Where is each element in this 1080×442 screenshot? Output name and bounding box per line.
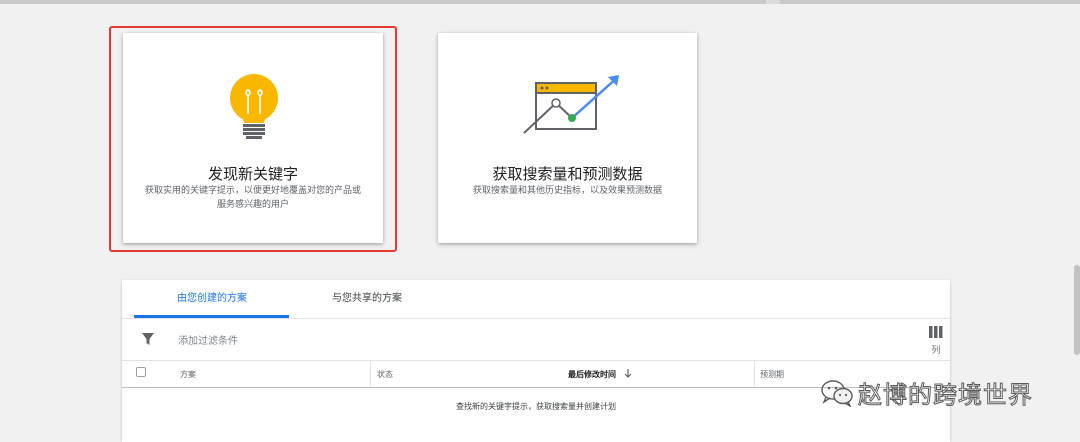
tabs-divider — [122, 318, 950, 319]
column-header-plan[interactable]: 方案 — [180, 369, 196, 380]
column-header-forecast-period[interactable]: 预测期 — [760, 369, 784, 380]
card-title: 获取搜索量和预测数据 — [492, 165, 643, 183]
sort-descending-icon[interactable] — [624, 369, 632, 378]
columns-button-label[interactable]: 列 — [921, 343, 951, 356]
watermark: 赵博的跨境世界 — [820, 375, 1033, 410]
select-all-checkbox[interactable] — [136, 367, 146, 377]
search-volume-forecast-card[interactable]: 获取搜索量和预测数据 获取搜索量和其他历史指标，以及效果预测数据 — [438, 33, 697, 243]
filter-icon[interactable] — [142, 333, 154, 345]
column-separator — [754, 361, 755, 387]
watermark-text: 赵博的跨境世界 — [858, 381, 1033, 410]
column-header-status[interactable]: 状态 — [377, 369, 393, 380]
columns-icon[interactable] — [929, 326, 943, 338]
scrollbar[interactable] — [1074, 265, 1080, 355]
card-description: 获取搜索量和其他历史指标，以及效果预测数据 — [448, 184, 687, 198]
column-header-last-modified[interactable]: 最后修改时间 — [568, 369, 616, 380]
plans-panel: 由您创建的方案 与您共享的方案 添加过滤条件 列 方案 状态 最后修改时间 预测… — [122, 280, 950, 442]
wechat-icon — [821, 379, 853, 407]
add-filter-input[interactable]: 添加过滤条件 — [178, 332, 238, 347]
trend-chart-icon — [523, 75, 619, 134]
selection-highlight — [109, 26, 397, 252]
column-separator — [370, 361, 371, 387]
top-handle — [766, 0, 780, 4]
tab-my-plans[interactable]: 由您创建的方案 — [177, 280, 247, 318]
tab-shared-plans[interactable]: 与您共享的方案 — [332, 280, 402, 318]
card-description-line: 获取搜索量和其他历史指标，以及效果预测数据 — [472, 186, 662, 196]
top-divider — [0, 0, 1080, 4]
header-divider — [122, 360, 950, 361]
